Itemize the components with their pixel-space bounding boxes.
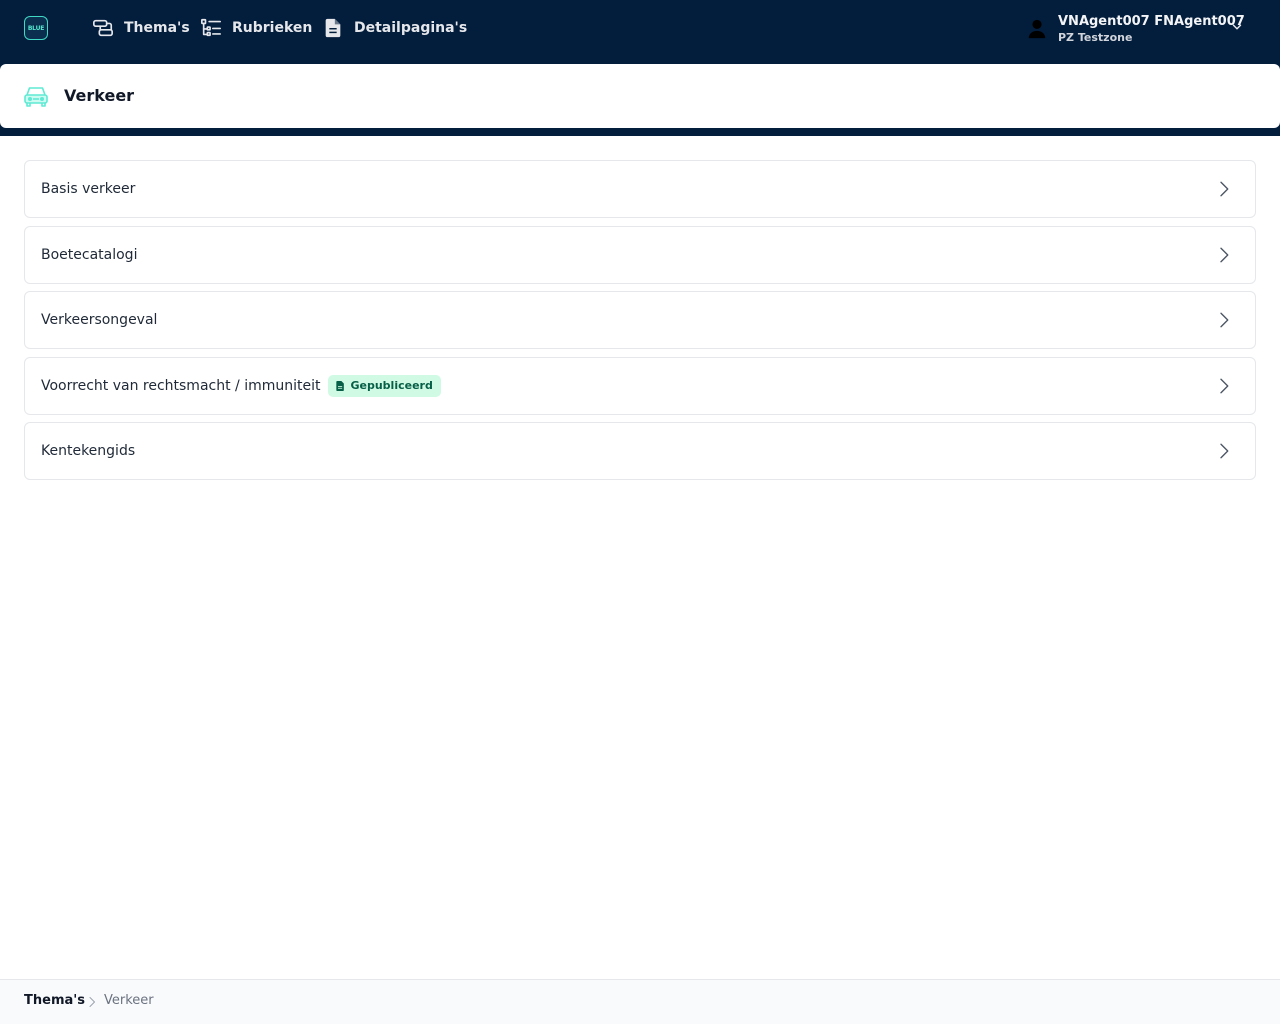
list-item-label: Basis verkeer (41, 181, 136, 197)
nav-item-themas[interactable]: Thema's (92, 16, 190, 40)
list-item-label: Voorrecht van rechtsmacht / immuniteit (41, 377, 321, 394)
user-name: VNAgent007 FNAgent007 (1058, 14, 1245, 29)
chevron-right-icon (89, 997, 95, 1007)
chevron-right-icon (1220, 181, 1229, 197)
nav-item-rubrieken[interactable]: Rubrieken (200, 16, 312, 40)
logo-text: BLUE (27, 24, 45, 32)
list-item-label: Kentekengids (41, 443, 136, 460)
breadcrumb-item-verkeer: Verkeer (104, 993, 154, 1008)
page-header: Verkeer (0, 64, 1280, 128)
list-item-voorrecht-van-rechtsmacht[interactable]: Voorrecht van rechtsmacht / immuniteit G… (24, 356, 1256, 415)
user-zone: PZ Testzone (1058, 31, 1133, 44)
main-nav: BLUE Thema's Rubrieken Detailpagina's VN… (0, 0, 1280, 56)
main-content: Basis verkeer Boetecatalogi Verkeersonge… (0, 136, 1280, 979)
nav-item-label: Thema's (124, 20, 190, 36)
chevron-right-icon (1220, 247, 1229, 263)
list-item-label: Boetecatalogi (41, 246, 138, 263)
breadcrumb: Thema's Verkeer (0, 979, 1280, 1024)
list-item-basis-verkeer[interactable]: Basis verkeer (24, 160, 1256, 218)
category-list: Basis verkeer Boetecatalogi Verkeersonge… (24, 160, 1256, 488)
document-icon (325, 18, 341, 38)
chevron-down-icon[interactable] (1230, 20, 1244, 34)
list-item-label: Verkeersongeval (41, 312, 158, 329)
chevron-right-icon (1220, 312, 1229, 328)
page-title: Verkeer (64, 86, 135, 105)
status-badge-label: Gepubliceerd (350, 379, 433, 393)
list-item-boetecatalogi[interactable]: Boetecatalogi (24, 225, 1256, 284)
nav-item-label: Rubrieken (232, 20, 313, 36)
user-menu[interactable]: VNAgent007 FNAgent007 PZ Testzone (1026, 12, 1245, 46)
list-item-kentekengids[interactable]: Kentekengids (24, 422, 1256, 481)
app-logo[interactable]: BLUE (24, 16, 48, 40)
chevron-right-icon (1220, 443, 1229, 459)
document-icon (336, 380, 345, 391)
nav-item-detailpaginas[interactable]: Detailpagina's (322, 16, 467, 40)
nav-item-label: Detailpagina's (354, 20, 468, 36)
breadcrumb-item-themas[interactable]: Thema's (24, 993, 85, 1008)
car-icon (24, 87, 48, 107)
user-icon (1028, 19, 1046, 39)
user-info: VNAgent007 FNAgent007 PZ Testzone (1058, 13, 1245, 45)
chevron-right-icon (1220, 378, 1229, 394)
list-item-verkeersongeval[interactable]: Verkeersongeval (24, 291, 1256, 350)
themes-icon (93, 19, 113, 37)
list-tree-icon (201, 18, 221, 37)
status-badge: Gepubliceerd (328, 374, 441, 397)
